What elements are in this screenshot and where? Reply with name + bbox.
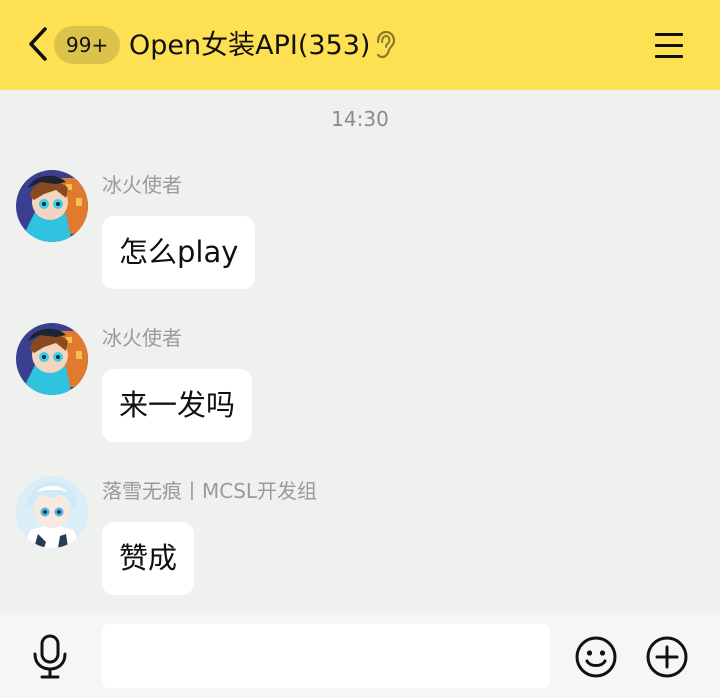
voice-input-button[interactable] bbox=[30, 634, 70, 680]
plus-circle-icon bbox=[646, 636, 688, 678]
chevron-left-icon bbox=[29, 27, 47, 61]
input-bar bbox=[0, 613, 720, 698]
avatar[interactable] bbox=[16, 476, 88, 548]
smiley-icon bbox=[575, 636, 617, 678]
avatar-anime-boy-icon bbox=[16, 170, 88, 242]
hamburger-menu-icon bbox=[655, 33, 683, 36]
avatar[interactable] bbox=[16, 170, 88, 242]
chat-timestamp: 14:30 bbox=[331, 107, 389, 131]
emoji-button[interactable] bbox=[574, 635, 618, 679]
ear-icon[interactable] bbox=[372, 30, 398, 60]
avatar-anime-boy-icon bbox=[16, 323, 88, 395]
microphone-icon bbox=[33, 634, 67, 679]
message-input[interactable] bbox=[102, 624, 550, 688]
message-bubble[interactable]: 来一发吗 bbox=[102, 369, 253, 442]
back-button[interactable] bbox=[22, 24, 54, 64]
message-bubble[interactable]: 赞成 bbox=[102, 522, 195, 595]
chat-header: 99+ Open女装API(353) bbox=[0, 0, 720, 90]
chat-message: 冰火使者 来一发吗 bbox=[0, 321, 720, 461]
menu-button[interactable] bbox=[652, 28, 686, 62]
sender-name: 落雪无痕丨MCSL开发组 bbox=[102, 479, 318, 503]
chat-message: 落雪无痕丨MCSL开发组 赞成 bbox=[0, 474, 720, 614]
group-title[interactable]: Open女装API(353) bbox=[129, 26, 370, 66]
avatar-anime-white-hair-icon bbox=[16, 476, 88, 548]
unread-count-badge[interactable]: 99+ bbox=[54, 26, 121, 64]
avatar[interactable] bbox=[16, 323, 88, 395]
chat-message: 冰火使者 怎么play bbox=[0, 168, 720, 308]
message-bubble[interactable]: 怎么play bbox=[102, 216, 256, 289]
more-actions-button[interactable] bbox=[645, 635, 689, 679]
sender-name: 冰火使者 bbox=[102, 173, 182, 197]
sender-name: 冰火使者 bbox=[102, 326, 182, 350]
